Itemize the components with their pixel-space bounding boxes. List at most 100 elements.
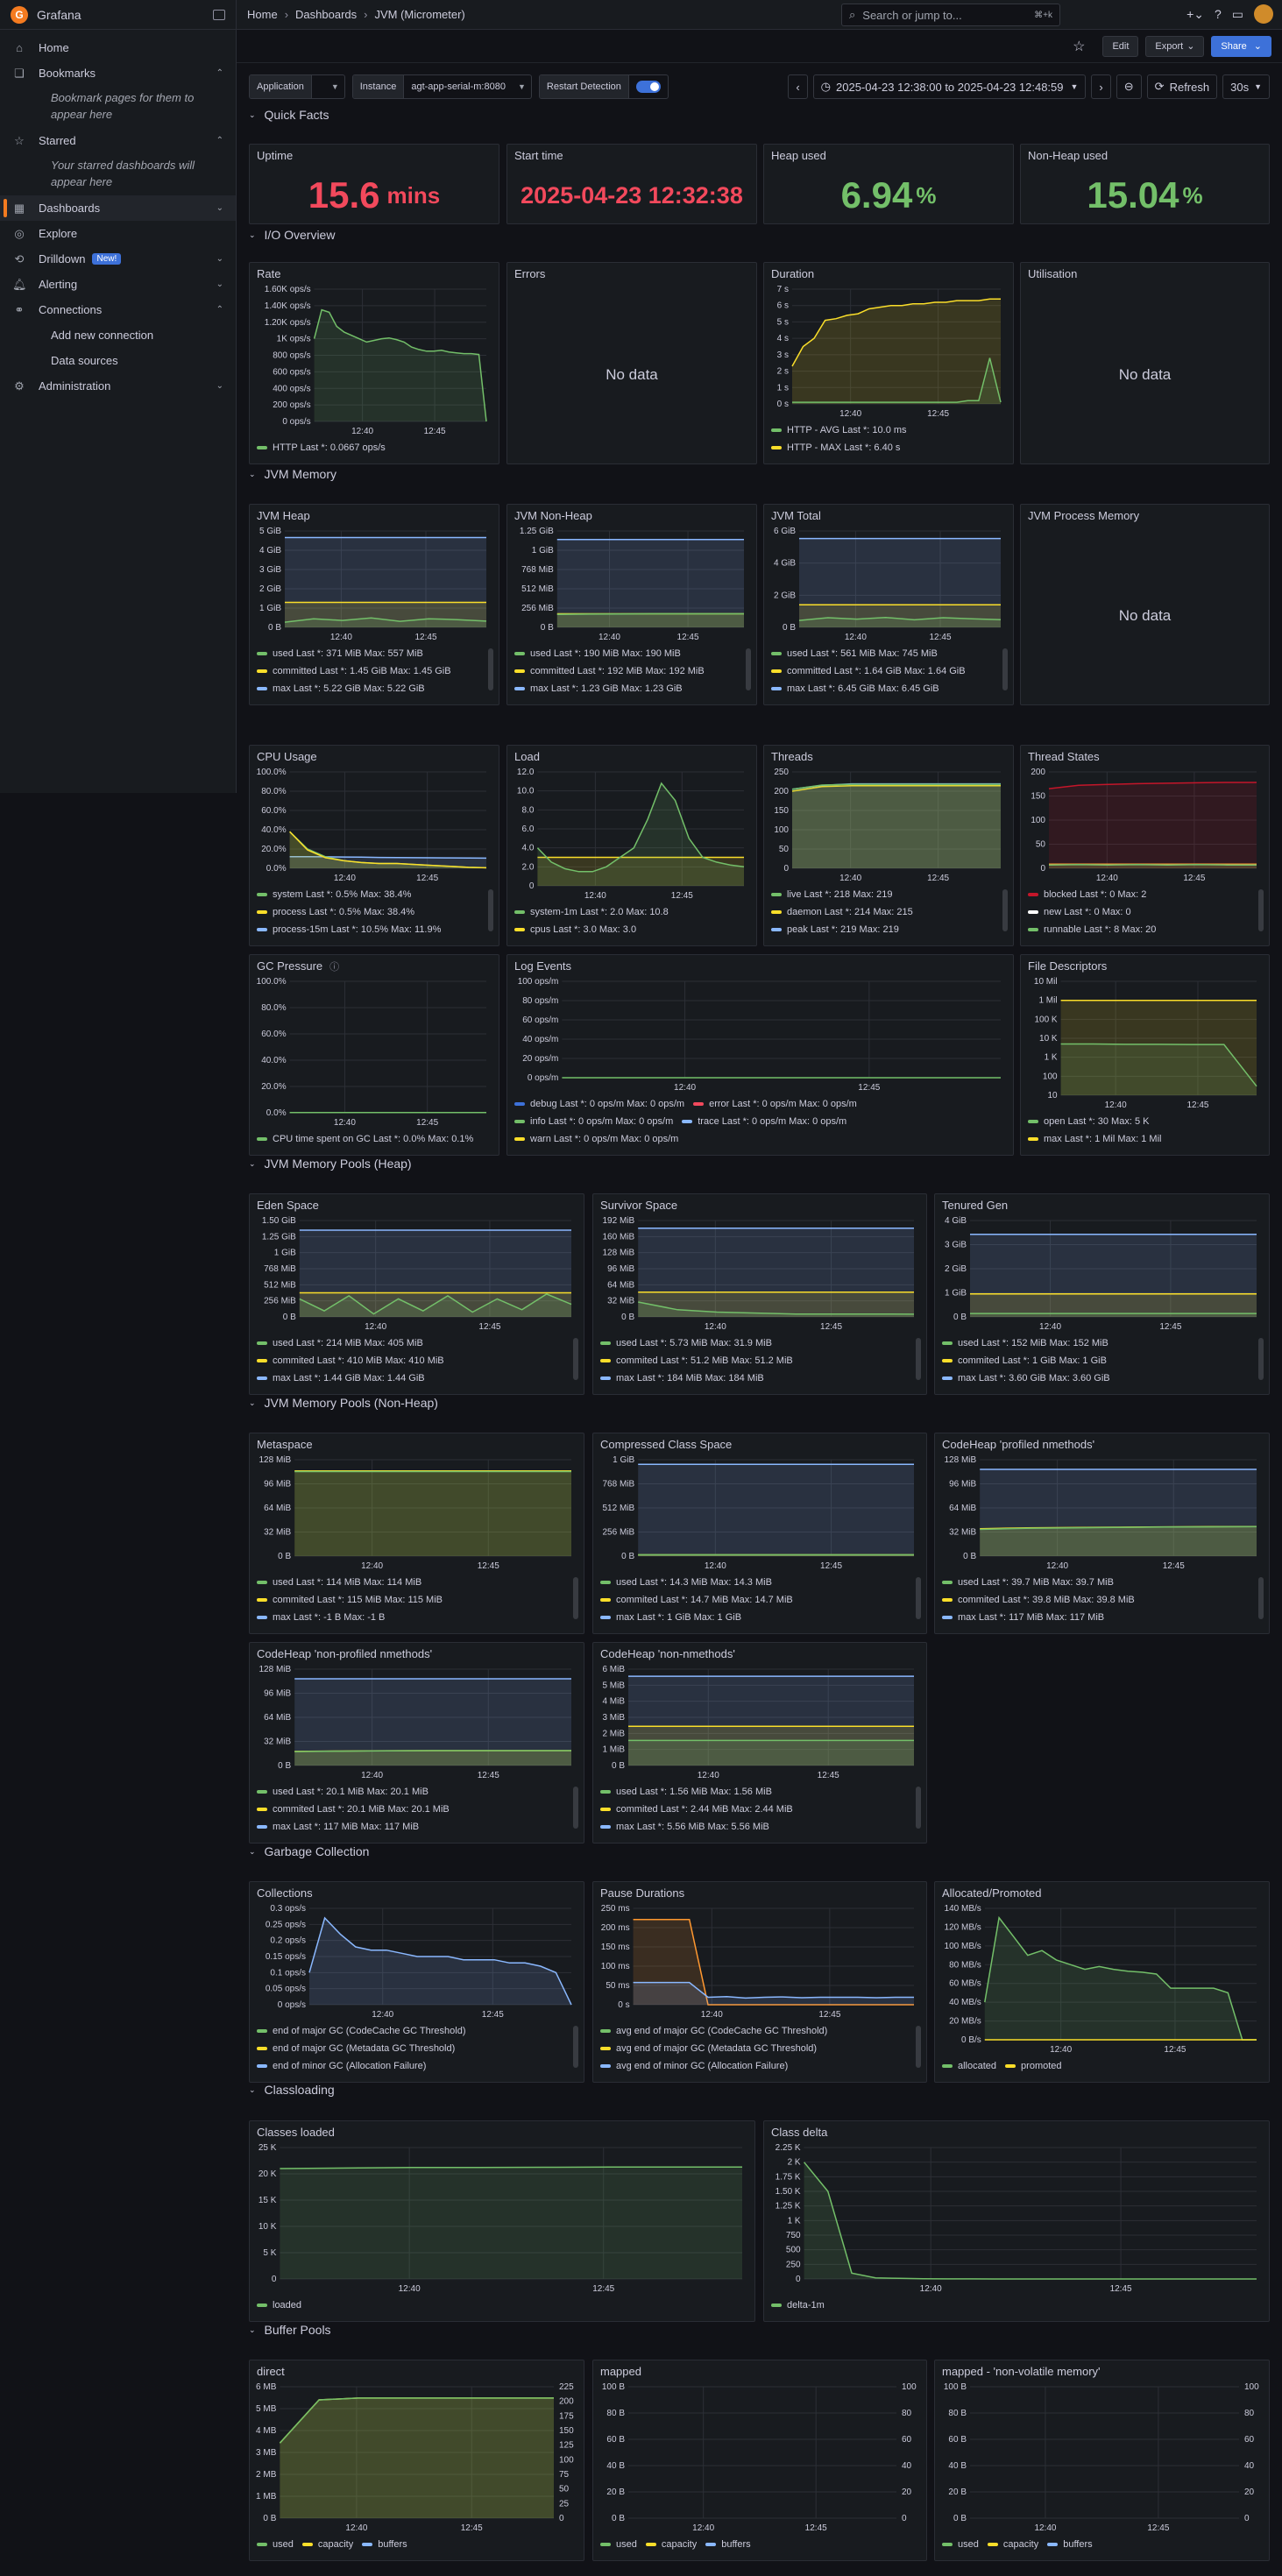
sidebar-item-dashboards[interactable]: ▦ Dashboards ⌄ [0, 195, 236, 221]
legend-scrollbar[interactable] [573, 2026, 578, 2068]
legend-scrollbar[interactable] [916, 1338, 921, 1380]
panel-tenured[interactable]: Tenured Gen 4 GiB 3 GiB 2 GiB 1 GiB 0 B 12:40 1… [934, 1193, 1270, 1395]
legend-item[interactable]: commited Last *: 51.2 MiB Max: 51.2 MiB [600, 1352, 909, 1369]
news-icon[interactable]: ▭ [1232, 7, 1243, 22]
legend-item[interactable]: max Last *: 1 GiB Max: 1 GiB [600, 1609, 909, 1626]
legend-item[interactable]: commited Last *: 39.8 MiB Max: 39.8 MiB [942, 1591, 1251, 1609]
panel-load[interactable]: Load 12.0 10.0 8.0 6.0 4.0 2.0 0 12:40 12:45 syste… [506, 745, 757, 946]
chevron-up-icon[interactable]: ⌃ [216, 305, 223, 315]
legend-item[interactable]: blocked Last *: 0 Max: 2 [1028, 886, 1251, 903]
legend-item[interactable]: used Last *: 190 MiB Max: 190 MiB [514, 645, 739, 662]
time-shift-back-button[interactable]: ‹ [788, 74, 808, 99]
legend-item[interactable]: capacity [645, 2536, 697, 2553]
legend-item[interactable]: loaded [257, 2296, 737, 2314]
panel-total[interactable]: JVM Total 6 GiB 4 GiB 2 GiB 0 B 12:40 12:45 use… [763, 504, 1014, 705]
legend-scrollbar[interactable] [573, 1787, 578, 1829]
legend-item[interactable]: HTTP Last *: 0.0667 ops/s [257, 439, 481, 456]
sidebar-item-connections[interactable]: ⚭ Connections ⌃ [0, 297, 236, 322]
edit-button[interactable]: Edit [1102, 35, 1139, 57]
time-range-picker[interactable]: ◷ 2025-04-23 12:38:00 to 2025-04-23 12:48… [812, 74, 1087, 99]
legend-item[interactable]: buffers [362, 2536, 407, 2553]
legend-item[interactable]: CPU time spent on GC Last *: 0.0% Max: 0… [257, 1130, 481, 1148]
legend-item[interactable]: max Last *: 5.56 MiB Max: 5.56 MiB [600, 1818, 909, 1836]
legend-scrollbar[interactable] [1258, 1577, 1264, 1619]
legend-item[interactable]: new Last *: 0 Max: 0 [1028, 903, 1251, 921]
panel-mapped[interactable]: mapped 100 B 80 B 60 B 40 B 20 B0 B 100 80 60 40 2… [592, 2360, 927, 2561]
export-button[interactable]: Export ⌄ [1145, 35, 1205, 57]
legend-item[interactable]: avg end of minor GC (Allocation Failure) [600, 2057, 909, 2075]
panel-pause[interactable]: Pause Durations 250 ms 200 ms 150 ms 100 ms 5… [592, 1881, 927, 2083]
panel-rate[interactable]: Rate 1.60K ops/s 1.40K ops/s 1.20K ops/s 1K … [249, 262, 499, 464]
sidebar-item-add-connection[interactable]: Add new connection [0, 322, 236, 348]
panel-mappednv[interactable]: mapped - 'non-volatile memory' 100 B 80 B6… [934, 2360, 1270, 2561]
panel-threads[interactable]: Threads 250 200 150 100 50 0 12:40 12:45 live Las… [763, 745, 1014, 946]
legend-item[interactable]: commited Last *: 20.1 MiB Max: 20.1 MiB [257, 1801, 566, 1818]
breadcrumb-home[interactable]: Home [247, 8, 278, 21]
legend-item[interactable]: used Last *: 5.73 MiB Max: 31.9 MiB [600, 1334, 909, 1352]
legend-item[interactable]: end of major GC (CodeCache GC Threshold) [257, 2022, 566, 2040]
panel-util[interactable]: Utilisation No data [1020, 262, 1270, 464]
time-shift-forward-button[interactable]: › [1091, 74, 1111, 99]
legend-item[interactable]: commited Last *: 1 GiB Max: 1 GiB [942, 1352, 1251, 1369]
legend-item[interactable]: info Last *: 0 ops/m Max: 0 ops/m [514, 1113, 673, 1130]
legend-item[interactable]: commited Last *: 2.44 MiB Max: 2.44 MiB [600, 1801, 909, 1818]
sidebar-item-bookmarks[interactable]: ❏ Bookmarks ⌃ [0, 60, 236, 86]
breadcrumb-dashboards[interactable]: Dashboards [295, 8, 357, 21]
panel-heap[interactable]: JVM Heap 5 GiB 4 GiB 3 GiB 2 GiB 1 GiB 0 B 12:4… [249, 504, 499, 705]
legend-item[interactable]: buffers [705, 2536, 751, 2553]
legend-item[interactable]: debug Last *: 0 ops/m Max: 0 ops/m [514, 1095, 684, 1113]
legend-item[interactable]: promoted [1005, 2057, 1062, 2075]
legend-item[interactable]: commited Last *: 14.7 MiB Max: 14.7 MiB [600, 1591, 909, 1609]
stat-panel-start-time[interactable]: Start time 2025-04-23 12:32:38 [506, 144, 757, 224]
star-dashboard-icon[interactable]: ☆ [1073, 38, 1085, 55]
chevron-down-icon[interactable]: ⌄ [216, 203, 223, 213]
panel-fd[interactable]: File Descriptors 10 Mil 1 Mil 100 K 10 K1 K1… [1020, 954, 1270, 1156]
legend-item[interactable]: error Last *: 0 ops/m Max: 0 ops/m [693, 1095, 857, 1113]
legend-item[interactable]: used Last *: 20.1 MiB Max: 20.1 MiB [257, 1783, 566, 1801]
panel-eden[interactable]: Eden Space 1.50 GiB 1.25 GiB 1 GiB 768 MiB 51… [249, 1193, 584, 1395]
legend-item[interactable]: cpus Last *: 3.0 Max: 3.0 [514, 921, 739, 938]
legend-item[interactable]: committed Last *: 1.45 GiB Max: 1.45 GiB [257, 662, 481, 680]
legend-item[interactable]: open Last *: 30 Max: 5 K [1028, 1113, 1251, 1130]
legend-item[interactable]: committed Last *: 192 MiB Max: 192 MiB [514, 662, 739, 680]
panel-nonheap[interactable]: JVM Non-Heap 1.25 GiB 1 GiB 768 MiB 512 MiB 2… [506, 504, 757, 705]
legend-item[interactable]: max Last *: 1.23 GiB Max: 1.23 GiB [514, 680, 739, 697]
legend-item[interactable]: max Last *: 1 Mil Max: 1 Mil [1028, 1130, 1251, 1148]
legend-item[interactable]: max Last *: 3.60 GiB Max: 3.60 GiB [942, 1369, 1251, 1387]
sidebar-item-explore[interactable]: ◎ Explore [0, 221, 236, 246]
chevron-up-icon[interactable]: ⌃ [216, 136, 223, 145]
refresh-button[interactable]: ⟳ Refresh [1146, 74, 1218, 99]
stat-panel-heap-used[interactable]: Heap used 6.94% [763, 144, 1014, 224]
legend-item[interactable]: delta-1m [771, 2296, 1251, 2314]
legend-item[interactable]: max Last *: 6.45 GiB Max: 6.45 GiB [771, 680, 995, 697]
legend-scrollbar[interactable] [1258, 889, 1264, 931]
chevron-up-icon[interactable]: ⌃ [216, 68, 223, 78]
legend-scrollbar[interactable] [488, 648, 493, 690]
legend-scrollbar[interactable] [916, 2026, 921, 2068]
dock-menu-icon[interactable] [213, 9, 225, 20]
panel-collections[interactable]: Collections 0.3 ops/s 0.25 ops/s 0.2 ops/s 0… [249, 1881, 584, 2083]
panel-meta[interactable]: Metaspace 128 MiB 96 MiB 64 MiB 32 MiB 0 B 12:… [249, 1433, 584, 1634]
legend-item[interactable]: max Last *: 117 MiB Max: 117 MiB [942, 1609, 1251, 1626]
sidebar-item-home[interactable]: ⌂ Home [0, 35, 236, 60]
panel-alloc[interactable]: Allocated/Promoted 140 MB/s 120 MB/s 100 MB… [934, 1881, 1270, 2083]
legend-item[interactable]: end of minor GC (Allocation Failure) [257, 2057, 566, 2075]
panel-classes[interactable]: Classes loaded 25 K 20 K 15 K 10 K5 K 0 12:40 1… [249, 2120, 755, 2322]
application-variable[interactable]: Application ▼ [249, 74, 345, 99]
sidebar-item-alerting[interactable]: 🔔︎ Alerting ⌄ [0, 272, 236, 297]
legend-item[interactable]: used [942, 2536, 979, 2553]
legend-scrollbar[interactable] [916, 1787, 921, 1829]
sidebar-item-drilldown[interactable]: ⟲ Drilldown New! ⌄ [0, 246, 236, 272]
legend-item[interactable]: used Last *: 561 MiB Max: 745 MiB [771, 645, 995, 662]
sidebar-item-starred[interactable]: ☆ Starred ⌃ [0, 128, 236, 153]
panel-chnonprof[interactable]: CodeHeap 'non-profiled nmethods' 128 MiB 9… [249, 1642, 584, 1844]
legend-item[interactable]: HTTP - AVG Last *: 10.0 ms [771, 421, 995, 439]
plus-icon[interactable]: +⌄ [1186, 7, 1204, 22]
legend-item[interactable]: end of major GC (Metadata GC Threshold) [257, 2040, 566, 2057]
refresh-interval-picker[interactable]: 30s ▼ [1222, 74, 1270, 99]
legend-item[interactable]: process-15m Last *: 10.5% Max: 11.9% [257, 921, 481, 938]
legend-scrollbar[interactable] [1258, 1338, 1264, 1380]
help-icon[interactable]: ? [1215, 7, 1222, 21]
legend-item[interactable]: max Last *: 184 MiB Max: 184 MiB [600, 1369, 909, 1387]
legend-item[interactable]: used Last *: 152 MiB Max: 152 MiB [942, 1334, 1251, 1352]
